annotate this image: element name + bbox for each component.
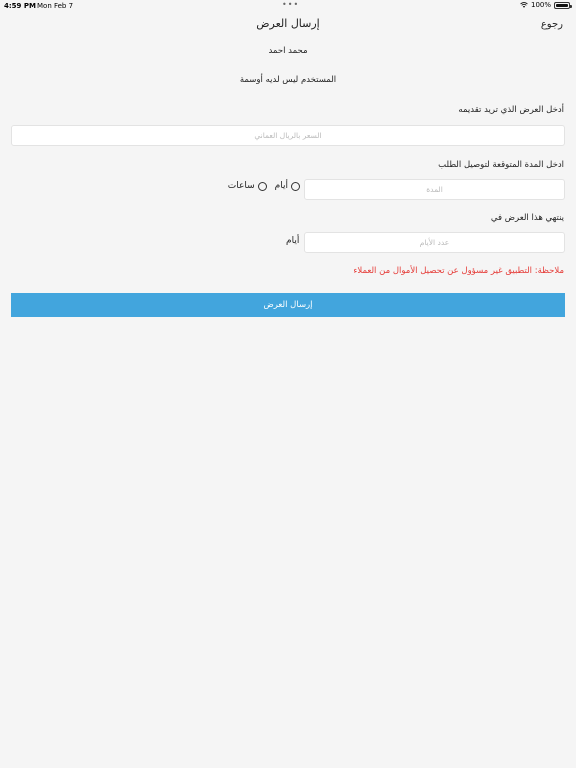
submit-offer-button[interactable]: إرسال العرض	[11, 293, 565, 317]
battery-icon	[554, 1, 572, 9]
duration-label: ادخل المدة المتوقعة لتوصيل الطلب	[438, 160, 564, 170]
status-time: 4:59 PM	[4, 2, 36, 10]
offer-price-input[interactable]: السعر بالريال العماني	[11, 125, 565, 146]
radio-hours-label[interactable]: ساعات	[228, 181, 255, 191]
wifi-icon	[520, 2, 528, 8]
duration-input[interactable]: المدة	[304, 179, 565, 200]
expiry-days-placeholder: عدد الأيام	[419, 238, 450, 247]
expiry-days-input[interactable]: عدد الأيام	[304, 232, 565, 253]
multitask-dots-icon[interactable]: •••	[282, 0, 299, 9]
expiry-label: ينتهي هذا العرض في	[490, 213, 564, 223]
radio-days[interactable]	[291, 181, 300, 191]
status-bar: 4:59 PM Mon Feb 7 ••• 100%	[0, 0, 576, 12]
back-button[interactable]: رجوع	[541, 19, 563, 30]
radio-hours[interactable]	[257, 181, 267, 191]
battery-percent: 100%	[530, 1, 551, 9]
status-right: 100%	[520, 1, 572, 9]
offer-label: أدخل العرض الذي تريد تقديمه	[458, 105, 564, 115]
page-title: إرسال العرض	[256, 17, 320, 30]
battery-fill	[556, 3, 568, 7]
user-name: محمد احمد	[268, 46, 308, 56]
disclaimer-note: ملاحظة: التطبيق غير مسؤول عن تحصيل الأمو…	[353, 266, 564, 276]
duration-placeholder: المدة	[426, 185, 443, 194]
duration-unit-radio-group: أيام ساعات	[220, 181, 300, 191]
offer-price-placeholder: السعر بالريال العماني	[254, 131, 322, 140]
radio-days-label[interactable]: أيام	[275, 181, 288, 191]
user-badges-text: المستخدم ليس لديه أوسمة	[239, 75, 337, 85]
expiry-unit-label: أيام	[286, 236, 300, 246]
status-date: Mon Feb 7	[37, 2, 74, 10]
